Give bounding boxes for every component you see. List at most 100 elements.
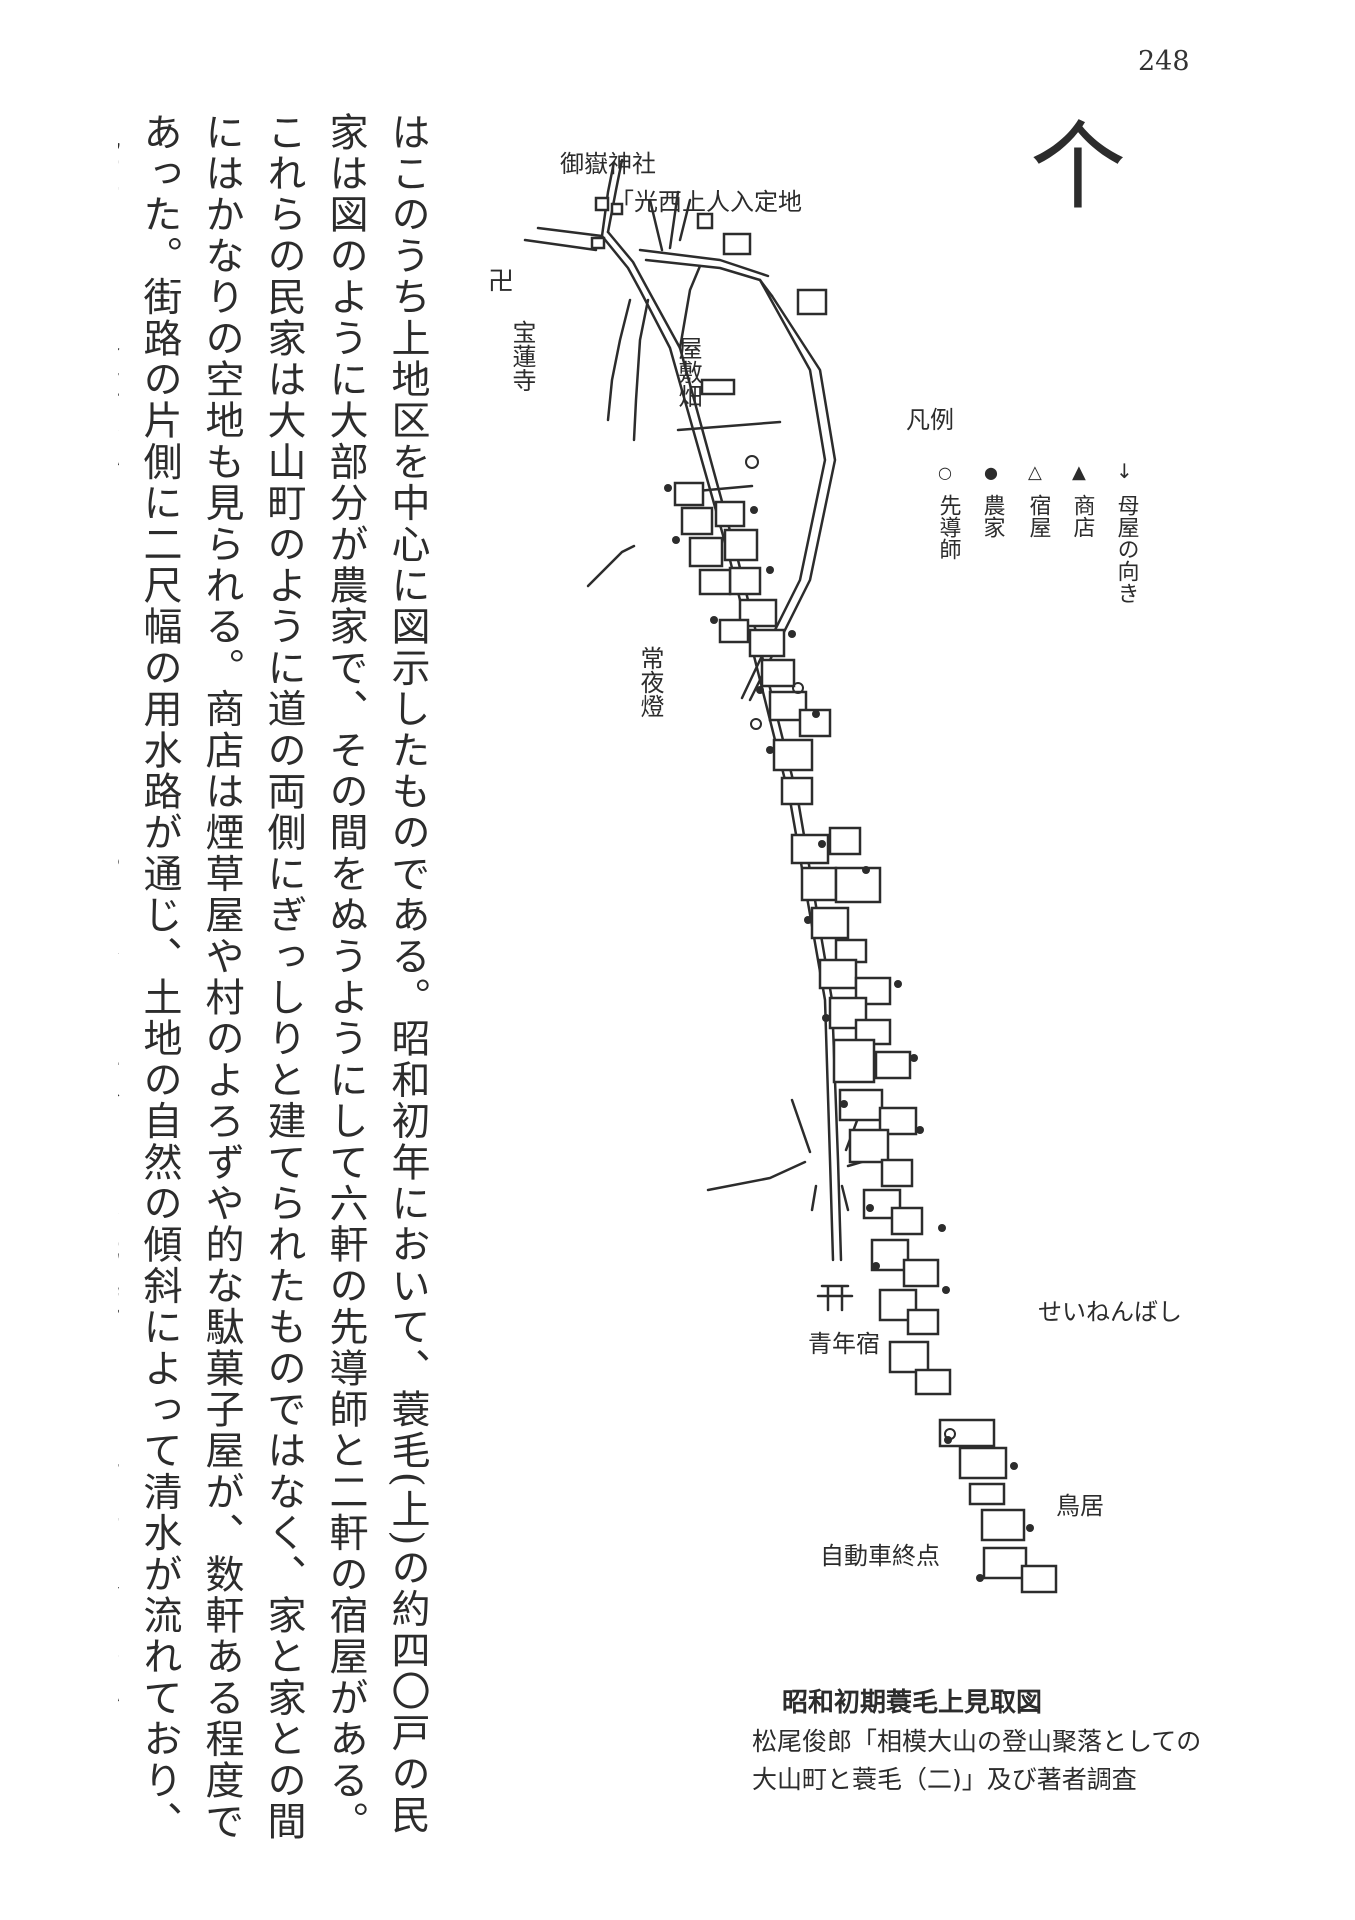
- farm-dot: [1026, 1524, 1034, 1532]
- house-group: [590, 196, 1058, 1594]
- house: [760, 658, 796, 688]
- farm-dot: [672, 536, 680, 544]
- house: [594, 196, 610, 212]
- legend-symbol: ●: [984, 463, 998, 482]
- farm-dot: [866, 1204, 874, 1212]
- farm-dot: [938, 1224, 946, 1232]
- stream-1: [606, 298, 632, 422]
- house: [818, 958, 858, 990]
- house: [874, 1050, 912, 1080]
- legend-title: 凡例: [906, 406, 954, 434]
- house: [718, 618, 750, 644]
- house: [828, 826, 862, 856]
- farm-dot: [756, 686, 764, 694]
- house: [834, 866, 882, 904]
- site-label: 「光西上人入定地: [610, 188, 802, 216]
- farm-dot: [818, 840, 826, 848]
- farm-dot: [804, 916, 812, 924]
- house: [914, 1368, 952, 1396]
- farm-dot: [872, 1262, 880, 1270]
- youth-lodge-pointer: [706, 1160, 807, 1192]
- bus-terminal-label: 自動車終点: [820, 1542, 940, 1570]
- farm-dot: [812, 710, 820, 718]
- body-paragraph: はこのうち上地区を中心に図示したものである。昭和初年において、蓑毛(上)の約四〇…: [118, 112, 430, 1843]
- house: [888, 1340, 930, 1374]
- house: [902, 1258, 940, 1288]
- house: [1020, 1564, 1058, 1594]
- legend-symbol: ○: [938, 463, 952, 482]
- field-structure: [700, 378, 736, 396]
- house: [728, 566, 762, 596]
- legend-symbol: ↓: [1116, 459, 1133, 483]
- north-symbol: 个: [1030, 111, 1126, 223]
- farm-dot: [942, 1286, 950, 1294]
- torii-label: 鳥居: [1056, 1492, 1104, 1520]
- house: [980, 1508, 1026, 1542]
- legend-symbol: △: [1028, 462, 1042, 483]
- house: [723, 528, 759, 562]
- upper-road-1: [644, 258, 774, 298]
- farm-dot: [788, 630, 796, 638]
- stream-2: [632, 298, 650, 442]
- farm-dots: [664, 484, 1034, 1582]
- house: [800, 866, 838, 902]
- temple-symbol: 卍: [488, 267, 514, 297]
- temple-label: 宝蓮寺: [508, 320, 536, 392]
- house: [698, 568, 732, 596]
- caption-source: 大山町と蓑毛（二)」及び著者調査: [752, 1765, 1137, 1794]
- body-text: はこのうち上地区を中心に図示したものである。昭和初年において、蓑毛(上)の約四〇…: [118, 112, 438, 1870]
- torii-symbol: [816, 1284, 854, 1312]
- farm-dot: [710, 616, 718, 624]
- house: [832, 1038, 876, 1084]
- farm-dot: [840, 1100, 848, 1108]
- house: [696, 212, 714, 230]
- shrine-label: 御嶽神社: [560, 150, 656, 178]
- house: [780, 776, 814, 806]
- sendoshi-circle: [745, 455, 759, 469]
- farm-dot: [766, 566, 774, 574]
- house: [790, 833, 830, 865]
- farm-dot: [750, 506, 758, 514]
- legend-symbol: ▲: [1072, 462, 1086, 483]
- legend-label: 母屋の向き: [1114, 494, 1140, 604]
- house: [880, 1158, 914, 1188]
- farm-dot: [976, 1574, 984, 1582]
- house: [958, 1446, 1008, 1480]
- house: [590, 236, 606, 250]
- legend-label: 商店: [1070, 494, 1096, 538]
- house: [688, 536, 724, 568]
- house: [906, 1308, 940, 1336]
- house: [968, 1482, 1006, 1506]
- farm-dot: [910, 1054, 918, 1062]
- lantern-label: 常夜燈: [636, 646, 664, 718]
- legend-label: 先導師: [936, 494, 961, 560]
- farm-dot: [862, 866, 870, 874]
- caption-source: 松尾俊郎「相模大山の登山聚落としての: [752, 1727, 1202, 1756]
- farm-dot: [664, 484, 672, 492]
- farm-dot: [1010, 1462, 1018, 1470]
- house: [890, 1206, 924, 1236]
- farm-dot: [822, 1014, 830, 1022]
- temple-road: [523, 226, 604, 252]
- legend-label: 宿屋: [1026, 494, 1052, 538]
- legend-label: 農家: [980, 494, 1006, 538]
- page-number: 248: [1138, 46, 1190, 77]
- caption-title: 昭和初期蓑毛上見取図: [782, 1688, 1043, 1718]
- farm-dot: [894, 980, 902, 988]
- house: [714, 500, 746, 528]
- house: [772, 738, 814, 772]
- house: [834, 938, 868, 964]
- house: [796, 288, 828, 316]
- farm-dot: [766, 746, 774, 754]
- house: [680, 506, 714, 536]
- house: [722, 232, 752, 256]
- sendoshi-circle: [750, 718, 762, 730]
- bridge-label: せいねんばし: [1038, 1298, 1182, 1326]
- house: [848, 1128, 890, 1164]
- field-label: 屋敷畑: [674, 336, 702, 408]
- village-map: 御嶽神社 「光西上人入定地 卍 宝蓮寺 屋敷畑 常夜燈 せいねんばし 青年宿 鳥…: [488, 111, 1182, 1594]
- farm-dot: [916, 1126, 924, 1134]
- house: [748, 628, 786, 658]
- youth-lodge-label: 青年宿: [808, 1330, 880, 1358]
- house: [810, 906, 850, 940]
